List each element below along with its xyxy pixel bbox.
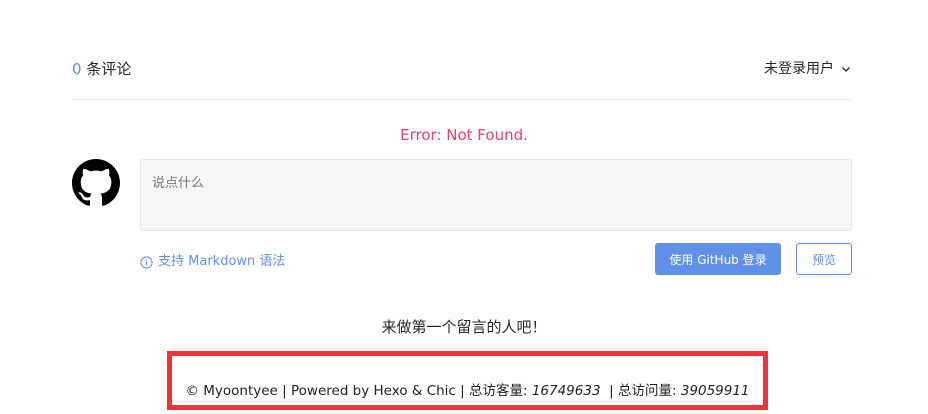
comment-count-number: 0 [72,60,82,78]
user-menu-label: 未登录用户 [764,61,834,77]
footer-views-label: | 总访问量: [600,383,681,399]
footer-copyright: © Myoontyee | Powered by Hexo & Chic | 总… [185,383,532,399]
info-icon [140,255,153,269]
github-login-button[interactable]: 使用 GitHub 登录 [655,243,781,275]
preview-button[interactable]: 预览 [796,243,852,275]
user-menu[interactable]: 未登录用户 [764,58,852,80]
comments-header: 0 条评论 未登录用户 [72,58,852,82]
comment-count: 0 条评论 [72,58,131,80]
github-octocat-icon [72,159,120,206]
footer-text: © Myoontyee | Powered by Hexo & Chic | 总… [172,382,763,400]
empty-comments-message: 来做第一个留言的人吧！ [381,318,547,336]
footer-view-count: 39059911 [680,383,750,399]
footer-visitor-count: 16749633 [531,383,601,399]
chevron-down-icon [842,67,850,72]
markdown-tip-link[interactable]: 支持 Markdown 语法 [140,252,285,272]
markdown-tip-label: 支持 Markdown 语法 [158,254,286,269]
header-divider [72,99,852,100]
comment-count-label: 条评论 [81,60,132,78]
comment-editor [140,159,852,231]
footer-highlight-box: © Myoontyee | Powered by Hexo & Chic | 总… [167,351,768,410]
error-message: Error: Not Found. [400,126,528,144]
comment-textarea[interactable] [141,160,851,230]
